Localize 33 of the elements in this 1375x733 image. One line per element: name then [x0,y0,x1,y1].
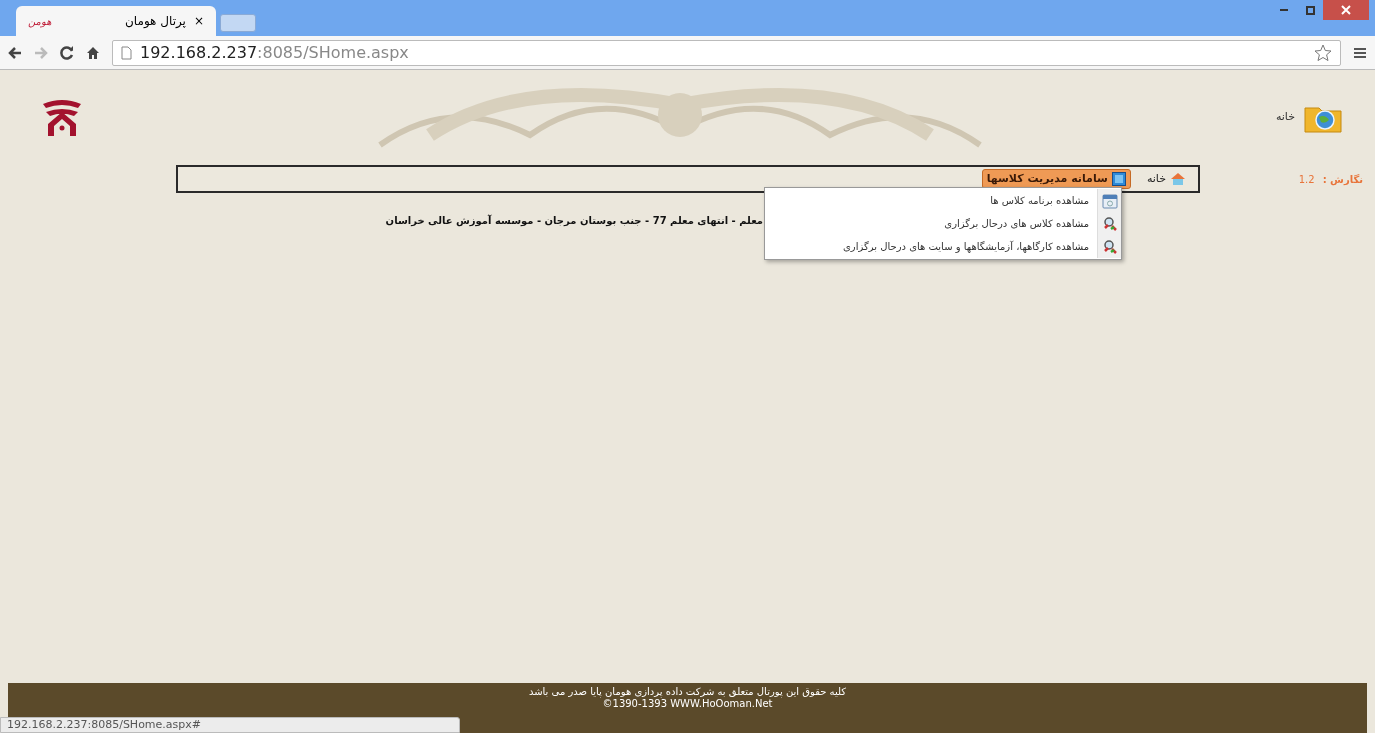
browser-tab[interactable]: هومن پرتال هومان × [16,6,216,36]
status-bubble: 192.168.2.237:8085/SHome.aspx# [0,717,460,733]
tab-favicon: هومن [28,14,52,29]
home-label[interactable]: خانه [1275,109,1295,126]
calendar-icon [1101,192,1118,209]
close-icon [1341,5,1351,15]
magnifier-icon [1101,215,1118,232]
footer-text: کلیه حقوق این پورتال متعلق به شرکت داده پردازی هومان پایا صدر می باشد [528,686,847,698]
dropdown-item[interactable]: مشاهده کارگاهها، آزمایشگاهها و سایت های درحال برگزاری [765,235,1121,258]
home-icon[interactable] [86,45,100,60]
reload-icon[interactable] [60,45,74,60]
window-icon [1111,172,1126,186]
footer-text: ©1390-1393 WWW.HoOoman.Net [602,698,773,710]
nav-menu-button[interactable]: سامانه مدیریت کلاسها [981,169,1131,189]
back-icon[interactable] [8,45,22,60]
tab-title: پرتال هومان [125,13,186,30]
page-icon [121,45,132,60]
logo-icon [40,97,84,138]
url-host: 192.168.2.237 [140,41,258,64]
url-path: :8085/SHome.aspx [257,41,409,64]
magnifier-icon [1101,238,1118,255]
house-icon [1170,172,1186,186]
tab-close-button[interactable]: × [193,12,204,30]
dropdown-item[interactable]: مشاهده برنامه کلاس ها [765,189,1121,212]
address-bar[interactable]: 192.168.2.237:8085/SHome.aspx [112,39,1341,66]
nav-home-link[interactable]: خانه [1142,169,1190,189]
version-label: نگارش : [1322,172,1363,187]
close-button[interactable] [1323,0,1369,20]
dropdown-item[interactable]: مشاهده کلاس های درحال برگزاری [765,212,1121,235]
address-text: معلم - انتهای معلم 77 - جنب بوستان مرجان - موسسه آموزش عالی خراسان [385,213,763,228]
version-value: 1.2 [1298,172,1315,187]
star-icon[interactable] [1314,43,1332,62]
menu-icon[interactable] [1353,45,1367,60]
